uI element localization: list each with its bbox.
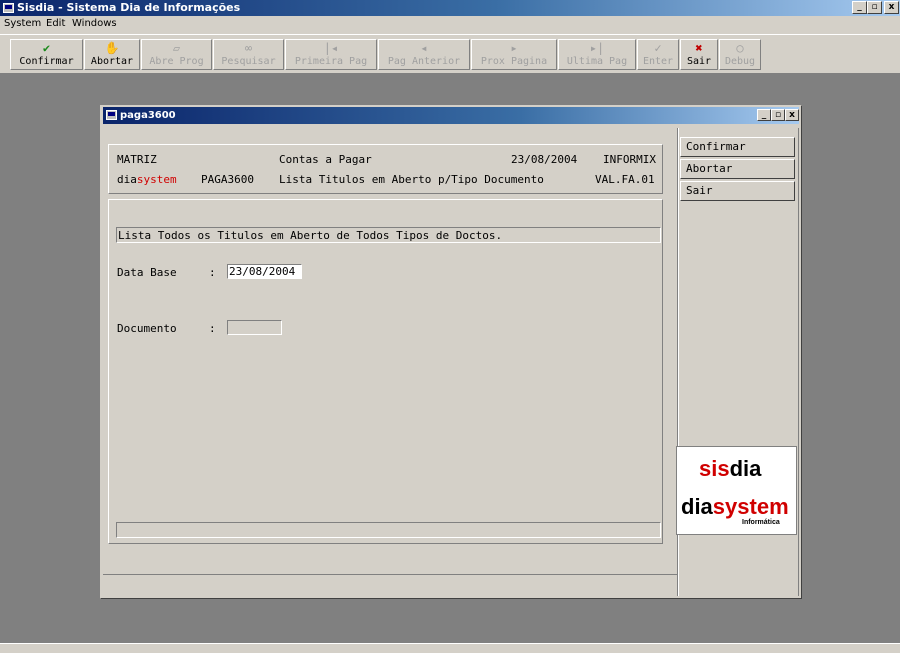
app-icon[interactable] xyxy=(3,3,14,13)
app-title: Sisdia - Sistema Dia de Informações xyxy=(17,1,241,14)
form-panel: Lista Todos os Titulos em Aberto de Todo… xyxy=(108,199,663,544)
toolbar-label: Debug xyxy=(724,56,756,67)
version-label: VAL.FA.01 xyxy=(595,173,655,186)
last-page-icon: ▸| xyxy=(589,41,605,55)
menu-edit[interactable]: Edit xyxy=(46,18,65,29)
child-close-button[interactable]: x xyxy=(785,109,799,121)
program-code: PAGA3600 xyxy=(201,173,254,186)
binoculars-icon: ∞ xyxy=(244,41,253,55)
brand-prefix: dia xyxy=(117,173,137,186)
toolbar-label: Sair xyxy=(686,56,712,67)
header-panel: MATRIZ Contas a Pagar 23/08/2004 INFORMI… xyxy=(108,144,663,194)
toolbar: ✔ Confirmar ✋ Abortar ▱ Abre Prog ∞ Pesq… xyxy=(0,34,900,74)
minimize-button[interactable]: _ xyxy=(852,1,867,14)
toolbar-ultima-pag-button[interactable]: ▸| Ultima Pag xyxy=(558,39,636,70)
side-abortar-button[interactable]: Abortar xyxy=(680,159,795,179)
toolbar-prox-pagina-button[interactable]: ▸ Prox Pagina xyxy=(471,39,557,70)
data-base-separator: : xyxy=(209,266,216,279)
toolbar-pesquisar-button[interactable]: ∞ Pesquisar xyxy=(213,39,284,70)
child-minimize-button[interactable]: _ xyxy=(757,109,771,121)
documento-separator: : xyxy=(209,322,216,335)
child-app-icon[interactable] xyxy=(106,110,117,120)
next-page-icon: ▸ xyxy=(510,41,518,55)
folder-icon: ▱ xyxy=(172,41,181,55)
toolbar-primeira-pag-button[interactable]: |◂ Primeira Pag xyxy=(285,39,377,70)
toolbar-label: Pag Anterior xyxy=(387,56,461,67)
program-description: Lista Titulos em Aberto p/Tipo Documento xyxy=(279,173,544,186)
status-message-bar xyxy=(116,522,661,538)
menu-bar: System Edit Windows xyxy=(0,16,900,34)
logo-diasystem: diasystem xyxy=(681,494,789,519)
menu-system[interactable]: System xyxy=(4,18,41,29)
exit-x-icon: ✖ xyxy=(695,41,703,55)
toolbar-label: Ultima Pag xyxy=(566,56,628,67)
info-message: Lista Todos os Titulos em Aberto de Todo… xyxy=(116,227,661,243)
bottom-separator xyxy=(103,574,677,575)
header-date: 23/08/2004 xyxy=(511,153,578,166)
db-label: INFORMIX xyxy=(603,153,656,166)
enter-check-icon: ✓ xyxy=(654,41,662,55)
side-sair-button[interactable]: Sair xyxy=(680,181,795,201)
data-base-field[interactable]: 23/08/2004 xyxy=(227,264,302,279)
first-page-icon: |◂ xyxy=(323,41,339,55)
brand-label: diasystem xyxy=(117,173,177,186)
toolbar-label: Abre Prog xyxy=(149,56,204,67)
prev-page-icon: ◂ xyxy=(420,41,428,55)
restore-button[interactable]: ▫ xyxy=(867,1,882,14)
toolbar-label: Abortar xyxy=(90,56,134,67)
module-label: Contas a Pagar xyxy=(279,153,372,166)
company-logo: sisdia diasystem Informática xyxy=(676,446,797,535)
check-icon: ✔ xyxy=(42,41,51,55)
logo-sisdia: sisdia xyxy=(699,456,762,481)
close-button[interactable]: x xyxy=(884,1,899,14)
child-title-bar[interactable]: paga3600 _ ▫ x xyxy=(103,107,799,124)
toolbar-abre-prog-button[interactable]: ▱ Abre Prog xyxy=(141,39,212,70)
toolbar-debug-button[interactable]: ○ Debug xyxy=(719,39,761,70)
toolbar-confirmar-button[interactable]: ✔ Confirmar xyxy=(10,39,83,70)
toolbar-abortar-button[interactable]: ✋ Abortar xyxy=(84,39,140,70)
menu-windows[interactable]: Windows xyxy=(72,18,117,29)
magnifier-icon: ○ xyxy=(736,41,744,55)
app-title-bar[interactable]: Sisdia - Sistema Dia de Informações _ ▫ … xyxy=(0,0,900,16)
app-status-bar xyxy=(0,643,900,653)
toolbar-label: Pesquisar xyxy=(221,56,276,67)
hand-icon: ✋ xyxy=(104,41,120,55)
toolbar-enter-button[interactable]: ✓ Enter xyxy=(637,39,679,70)
logo-tagline: Informática xyxy=(742,519,780,526)
data-base-label: Data Base xyxy=(117,266,177,279)
side-confirmar-button[interactable]: Confirmar xyxy=(680,137,795,157)
documento-label: Documento xyxy=(117,322,177,335)
child-title: paga3600 xyxy=(120,110,176,121)
side-divider-right xyxy=(798,128,799,596)
brand-suffix: system xyxy=(136,173,177,186)
toolbar-pag-anterior-button[interactable]: ◂ Pag Anterior xyxy=(378,39,470,70)
toolbar-sair-button[interactable]: ✖ Sair xyxy=(680,39,718,70)
child-maximize-button[interactable]: ▫ xyxy=(771,109,785,121)
toolbar-label: Primeira Pag xyxy=(294,56,368,67)
toolbar-label: Confirmar xyxy=(19,56,74,67)
toolbar-label: Enter xyxy=(642,56,674,67)
toolbar-label: Prox Pagina xyxy=(480,56,548,67)
documento-field[interactable] xyxy=(227,320,282,335)
company-label: MATRIZ xyxy=(117,153,157,166)
